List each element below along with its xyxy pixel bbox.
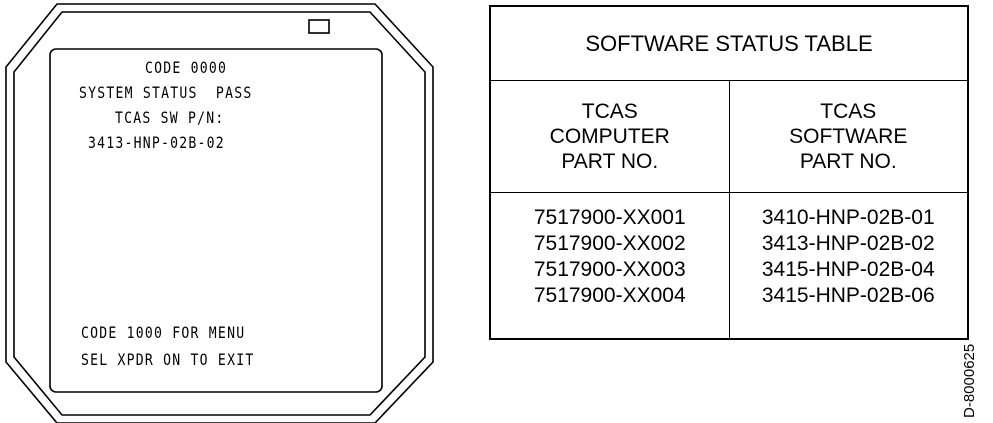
table-title-row: SOFTWARE STATUS TABLE bbox=[489, 5, 969, 81]
screen-line-system-status: SYSTEM STATUS PASS bbox=[79, 83, 253, 102]
computer-part-no: 7517900-XX002 bbox=[533, 232, 686, 255]
screen-line-sw-pn-value: 3413-HNP-02B-02 bbox=[88, 133, 225, 152]
document-number: D-8000625 bbox=[961, 343, 978, 418]
software-part-no: 3413-HNP-02B-02 bbox=[761, 232, 935, 255]
software-part-no: 3415-HNP-02B-04 bbox=[761, 258, 935, 281]
header-computer-part-no: TCAS COMPUTER PART NO. bbox=[489, 80, 730, 193]
header-software-part-no: TCAS SOFTWARE PART NO. bbox=[728, 80, 969, 193]
computer-part-no: 7517900-XX004 bbox=[533, 284, 686, 307]
software-part-no-column: 3410-HNP-02B-01 3413-HNP-02B-02 3415-HNP… bbox=[728, 192, 969, 340]
table-data-row: 7517900-XX001 7517900-XX002 7517900-XX00… bbox=[489, 192, 969, 340]
screen-line-exit-hint: SEL XPDR ON TO EXIT bbox=[81, 350, 255, 369]
computer-part-no: 7517900-XX003 bbox=[533, 258, 686, 281]
software-part-no: 3415-HNP-02B-06 bbox=[761, 284, 935, 307]
screen-line-menu-hint: CODE 1000 FOR MENU bbox=[81, 323, 246, 342]
computer-part-no-column: 7517900-XX001 7517900-XX002 7517900-XX00… bbox=[489, 192, 730, 340]
table-title: SOFTWARE STATUS TABLE bbox=[489, 5, 969, 81]
screen-line-sw-pn-label: TCAS SW P/N: bbox=[115, 108, 225, 127]
software-part-no: 3410-HNP-02B-01 bbox=[761, 206, 935, 229]
photocell-sensor bbox=[308, 19, 330, 34]
table-header-row: TCAS COMPUTER PART NO. TCAS SOFTWARE PAR… bbox=[489, 80, 969, 193]
screen-line-code: CODE 0000 bbox=[145, 58, 228, 77]
computer-part-no: 7517900-XX001 bbox=[533, 206, 686, 229]
software-status-table: SOFTWARE STATUS TABLE TCAS COMPUTER PART… bbox=[489, 5, 969, 340]
